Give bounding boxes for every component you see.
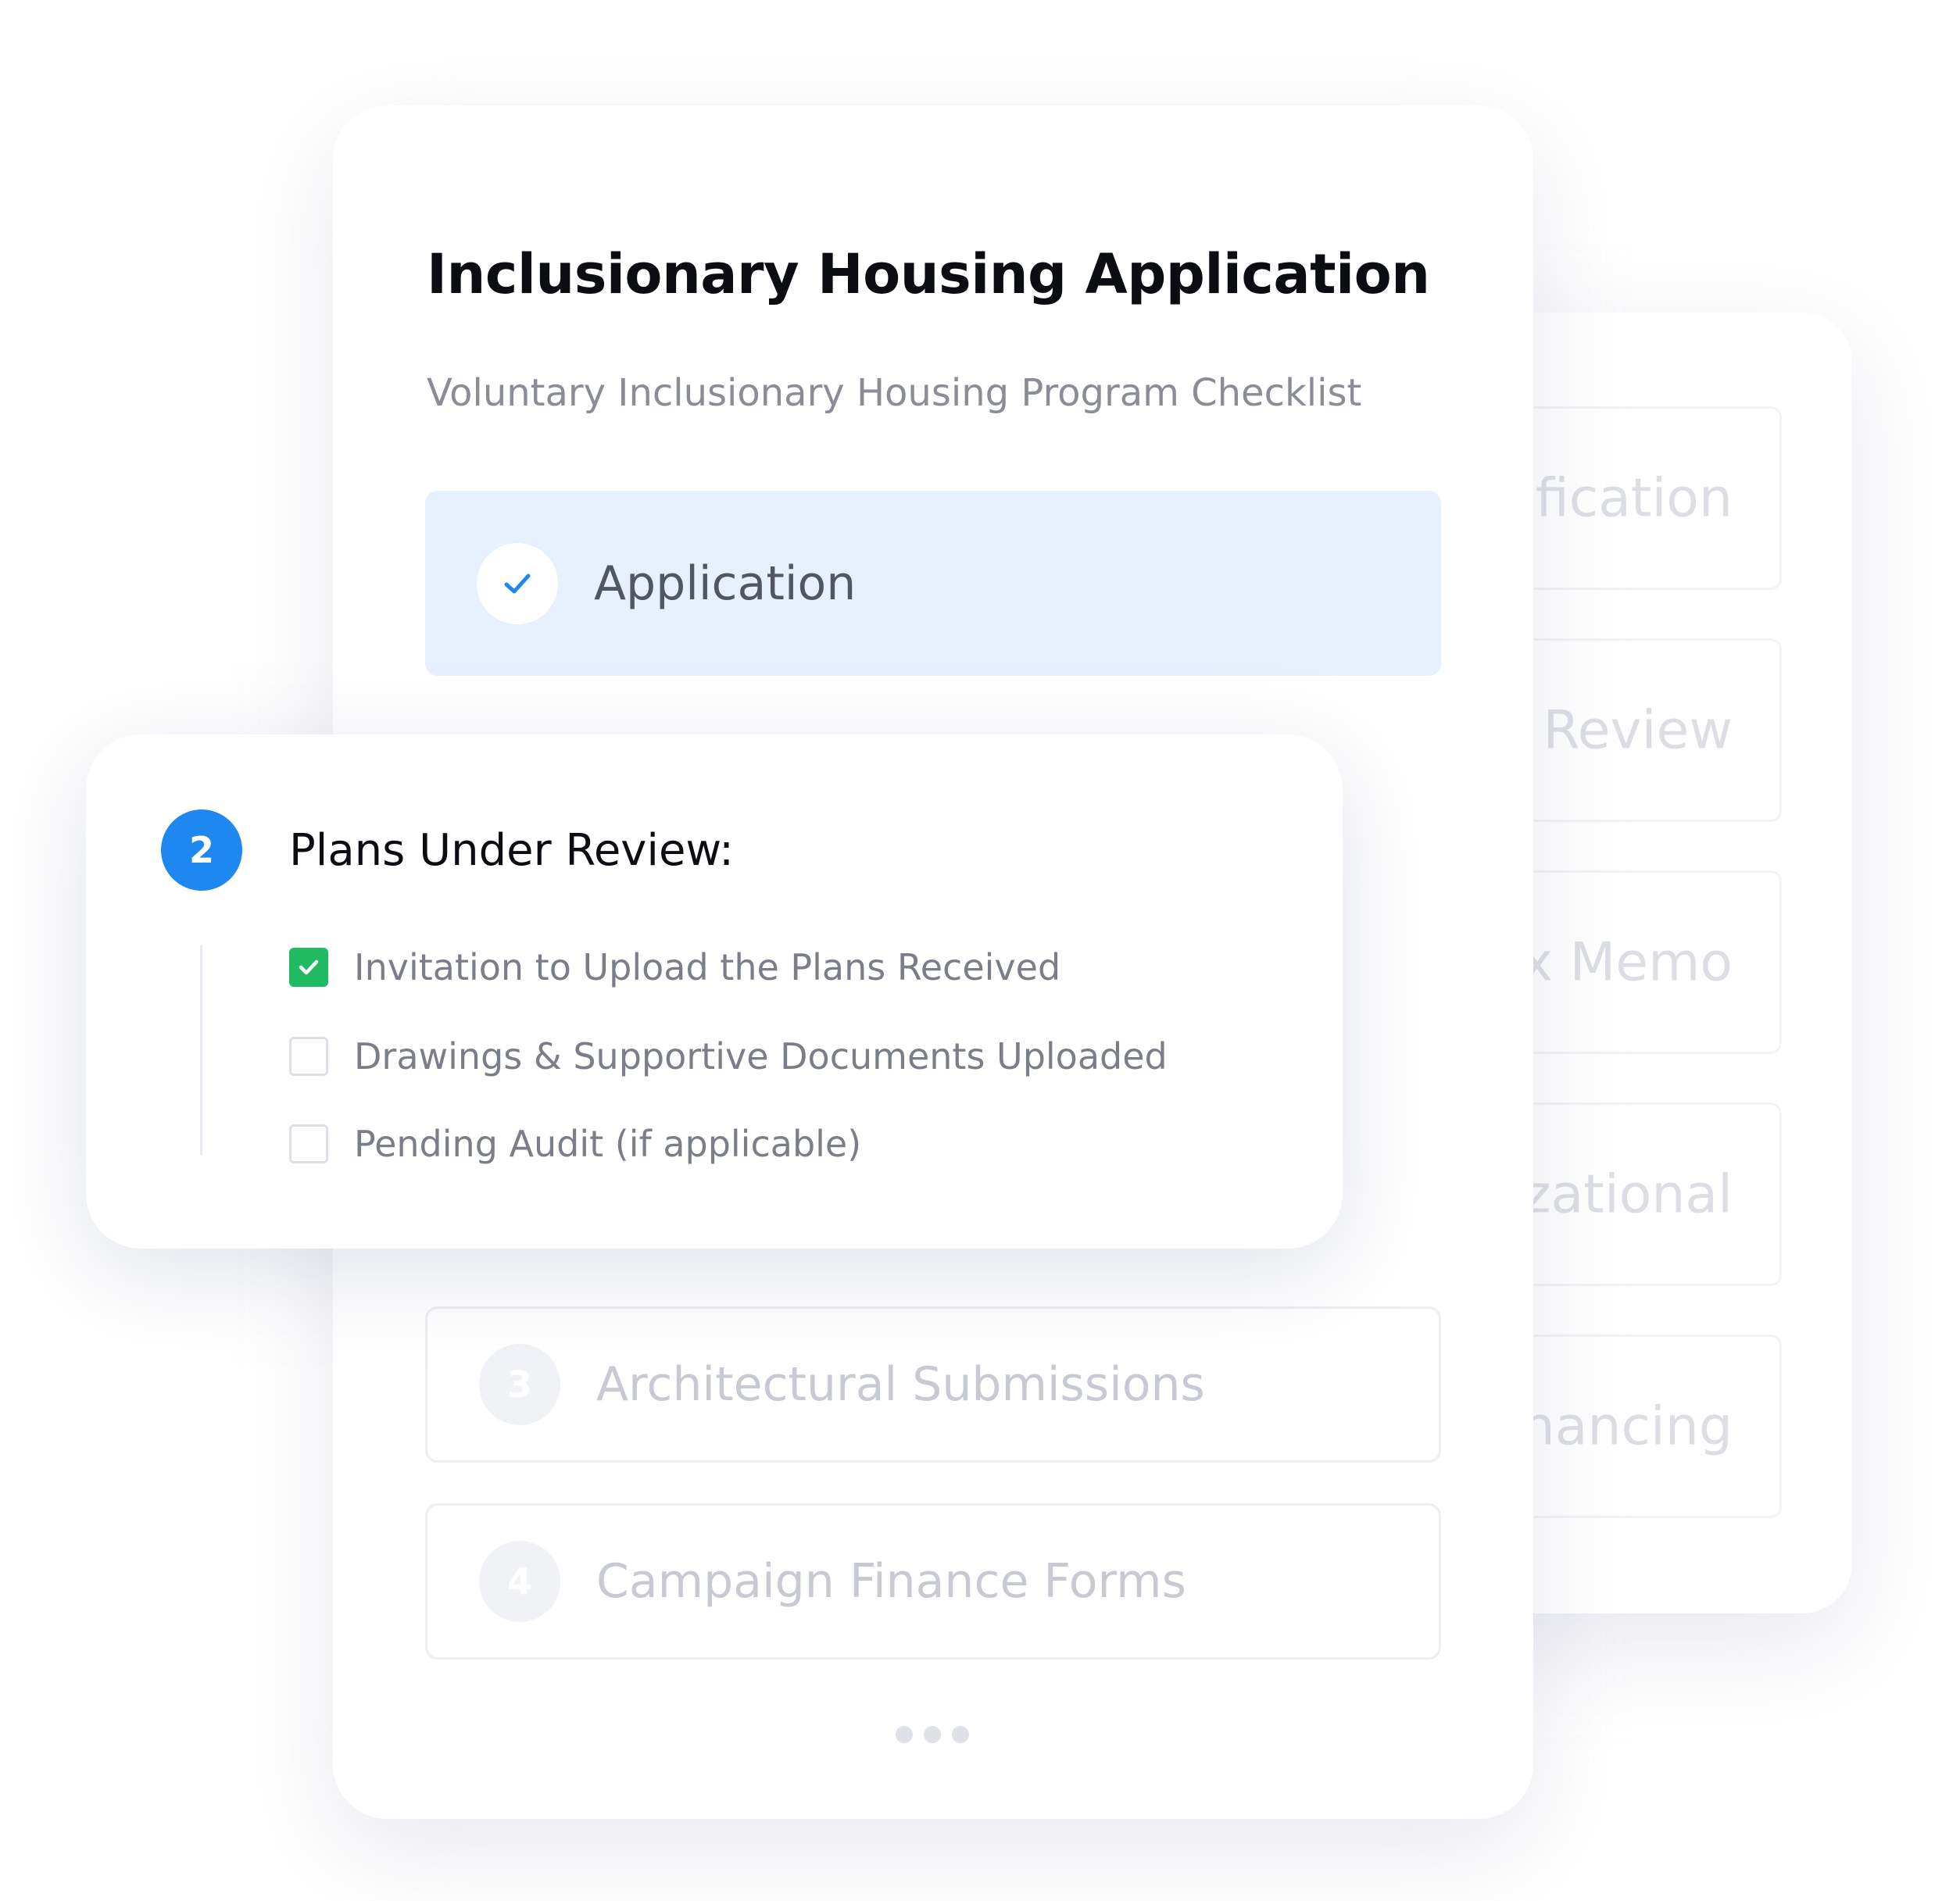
step-complete-badge [477, 542, 558, 624]
more-indicator[interactable] [896, 1726, 969, 1743]
back-list-item-label: tification [1500, 467, 1733, 529]
step-number-badge: 4 [479, 1541, 560, 1622]
step-label: Architectural Submissions [596, 1357, 1205, 1412]
step-label: Application [594, 556, 857, 611]
checkbox-unchecked[interactable] [289, 1124, 328, 1163]
page-title: Inclusionary Housing Application [427, 242, 1430, 306]
page-subtitle: Voluntary Inclusionary Housing Program C… [427, 371, 1362, 415]
check-icon [504, 574, 531, 593]
pager-dot [896, 1726, 913, 1743]
checklist-item[interactable]: Invitation to Upload the Plans Received [289, 945, 1060, 989]
step-campaign-finance-forms[interactable]: 4 Campaign Finance Forms [425, 1503, 1441, 1660]
step-application[interactable]: Application [425, 491, 1441, 676]
step-connector-line [200, 945, 202, 1155]
step-number-badge: 3 [479, 1344, 560, 1425]
pager-dot [952, 1726, 969, 1743]
checkbox-unchecked[interactable] [289, 1037, 328, 1076]
popup-title: Plans Under Review: [289, 825, 735, 876]
checklist-item-label: Drawings & Supportive Documents Uploaded [354, 1035, 1168, 1077]
plans-under-review-popup: 2 Plans Under Review: Invitation to Uplo… [86, 734, 1343, 1249]
checklist-item[interactable]: Drawings & Supportive Documents Uploaded [289, 1034, 1168, 1078]
step-architectural-submissions[interactable]: 3 Architectural Submissions [425, 1306, 1441, 1463]
back-list-item-label: izational [1508, 1163, 1733, 1225]
step-label: Campaign Finance Forms [596, 1554, 1186, 1609]
check-icon [299, 959, 319, 975]
step-number-badge: 2 [161, 809, 242, 891]
checkbox-checked[interactable] [289, 948, 328, 987]
checklist-item-label: Invitation to Upload the Plans Received [354, 946, 1061, 988]
pager-dot [924, 1726, 941, 1743]
checklist-item-label: Pending Audit (if applicable) [354, 1123, 862, 1165]
checklist-item[interactable]: Pending Audit (if applicable) [289, 1122, 861, 1166]
